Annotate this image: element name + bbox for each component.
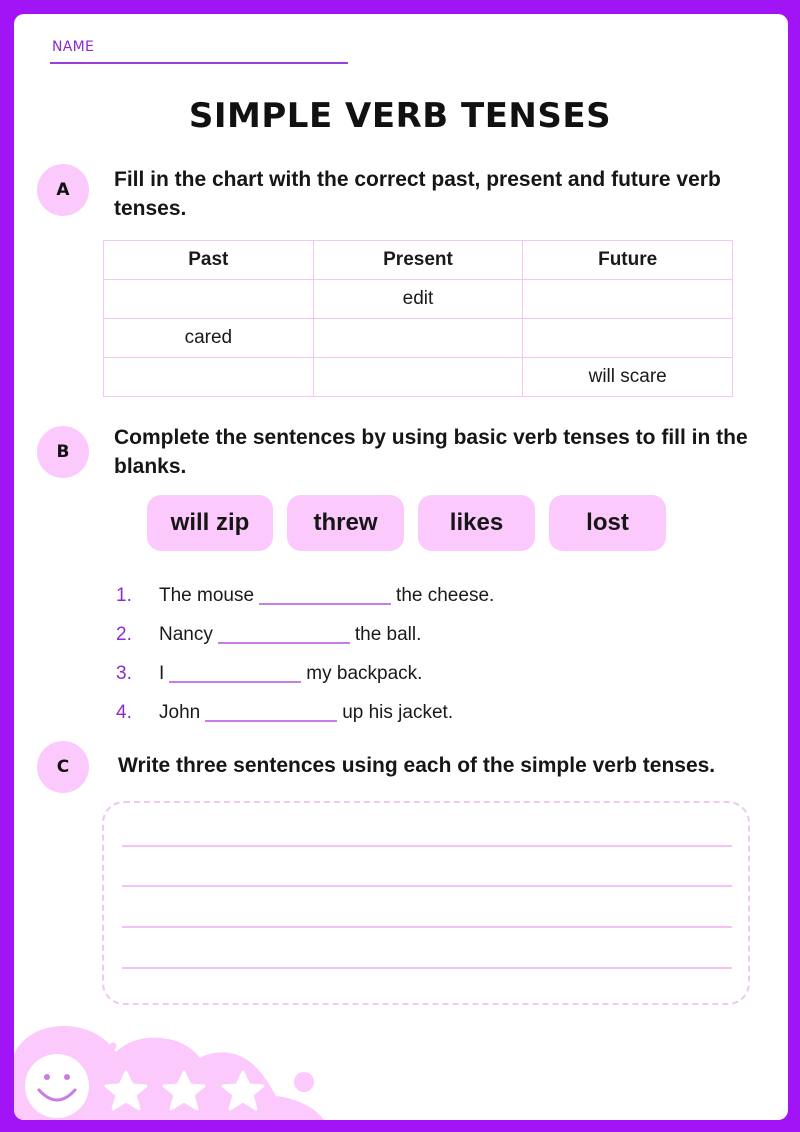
sentence-after: up his jacket. <box>342 701 454 723</box>
header-present: Present <box>312 240 524 280</box>
decor-dot <box>294 1072 314 1092</box>
verb-tense-chart: Past Present Future edit cared will scar… <box>103 240 733 397</box>
name-label: NAME <box>52 39 95 55</box>
table-row: will scare <box>103 357 733 397</box>
table-cell-future[interactable] <box>522 279 733 319</box>
decorative-cloud <box>14 1026 324 1120</box>
sentence-item: 3. I my backpack. <box>116 654 494 693</box>
answer-blank[interactable] <box>259 602 392 605</box>
section-a-badge: A <box>37 164 89 216</box>
sentence-number: 1. <box>116 584 132 606</box>
table-row: cared <box>103 318 733 358</box>
sentence-before: I <box>159 662 165 684</box>
word-chip: threw <box>287 495 404 551</box>
section-b-instruction: Complete the sentences by using basic ve… <box>114 426 748 478</box>
table-cell-past[interactable]: cared <box>103 318 314 358</box>
word-chip: likes <box>418 495 535 551</box>
worksheet-title: SIMPLE VERB TENSES <box>188 96 612 136</box>
sentence-before: The mouse <box>159 584 255 606</box>
sentence-number: 4. <box>116 701 132 723</box>
table-cell-present[interactable] <box>312 357 524 397</box>
table-header-row: Past Present Future <box>103 240 733 280</box>
writing-area[interactable] <box>102 801 750 1005</box>
section-c-badge: C <box>37 741 89 793</box>
smiley-face-icon <box>25 1054 89 1118</box>
header-future: Future <box>522 240 733 280</box>
sentence-number: 2. <box>116 623 132 645</box>
sentence-item: 1. The mouse the cheese. <box>116 576 494 615</box>
word-chip: will zip <box>147 495 273 551</box>
table-cell-past[interactable] <box>103 357 314 397</box>
header-past: Past <box>103 240 314 280</box>
decor-dot <box>109 1042 117 1050</box>
writing-line[interactable] <box>122 967 732 969</box>
name-input-line[interactable] <box>50 62 348 64</box>
sentence-before: Nancy <box>159 623 213 645</box>
section-b-badge: B <box>37 426 89 478</box>
sentence-after: my backpack. <box>306 662 423 684</box>
sentence-before: John <box>159 701 201 723</box>
answer-blank[interactable] <box>217 641 350 644</box>
table-cell-future[interactable]: will scare <box>522 357 733 397</box>
sentence-number: 3. <box>116 662 132 684</box>
sentence-item: 4. John up his jacket. <box>116 693 494 732</box>
sentence-list: 1. The mouse the cheese. 2. Nancy the ba… <box>116 576 494 732</box>
writing-line[interactable] <box>122 885 732 887</box>
sentence-after: the ball. <box>354 623 422 645</box>
answer-blank[interactable] <box>169 680 302 683</box>
table-row: edit <box>103 279 733 319</box>
table-cell-present[interactable] <box>312 318 524 358</box>
worksheet-page: NAME SIMPLE VERB TENSES A Fill in the ch… <box>14 14 788 1120</box>
section-c-instruction: Write three sentences using each of the … <box>118 754 716 777</box>
sentence-item: 2. Nancy the ball. <box>116 615 494 654</box>
sentence-after: the cheese. <box>396 584 495 606</box>
answer-blank[interactable] <box>205 719 338 722</box>
table-cell-future[interactable] <box>522 318 733 358</box>
table-cell-present[interactable]: edit <box>312 279 524 319</box>
writing-line[interactable] <box>122 845 732 847</box>
writing-line[interactable] <box>122 926 732 928</box>
word-chip: lost <box>549 495 666 551</box>
table-cell-past[interactable] <box>103 279 314 319</box>
word-bank: will zip threw likes lost <box>147 495 666 551</box>
section-a-instruction: Fill in the chart with the correct past,… <box>114 168 721 220</box>
